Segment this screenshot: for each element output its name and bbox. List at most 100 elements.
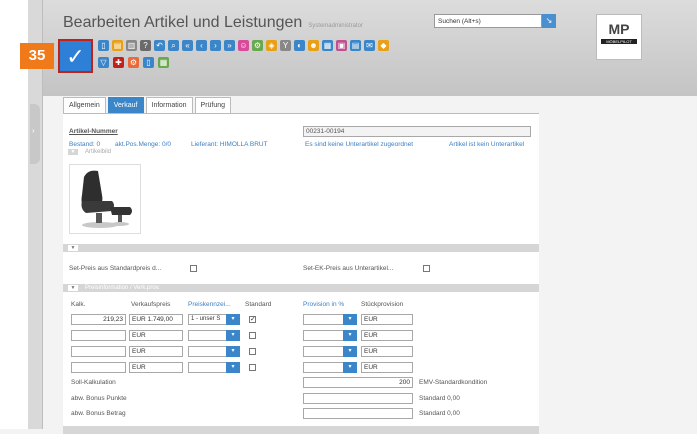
- dropdown-arrow-icon[interactable]: ▾: [226, 314, 240, 325]
- search-input[interactable]: Suchen (Alt+s): [434, 14, 542, 28]
- kalk-field[interactable]: 219,23: [71, 314, 126, 325]
- filter-icon[interactable]: ▽: [98, 57, 109, 68]
- users-icon[interactable]: ☺: [238, 40, 249, 51]
- set-price-standard-checkbox[interactable]: [190, 265, 197, 272]
- report-icon[interactable]: ▤: [350, 40, 361, 51]
- bonus-points-field[interactable]: [303, 393, 413, 404]
- article-image: [69, 164, 141, 234]
- price-code-value: 1 - unser S: [191, 316, 221, 322]
- bonus-amount-label: abw. Bonus Betrag: [71, 410, 126, 417]
- bonus-amount-field[interactable]: [303, 408, 413, 419]
- dropdown-arrow-icon[interactable]: ▾: [226, 346, 240, 357]
- article-number-label: Artikel-Nummer: [69, 128, 118, 135]
- flag-icon[interactable]: ✚: [113, 57, 124, 68]
- target-calc-label: Soll-Kalkulation: [71, 379, 116, 386]
- badge-icon[interactable]: ⚙: [128, 57, 139, 68]
- tab-bar: Allgemein Verkauf Information Prüfung: [63, 97, 233, 113]
- dropdown-arrow-icon[interactable]: ▾: [343, 330, 357, 341]
- commission-select[interactable]: ▾: [303, 330, 357, 341]
- section-divider[interactable]: ▼: [63, 244, 539, 252]
- commission-select[interactable]: ▾: [303, 346, 357, 357]
- piece-commission-field[interactable]: EUR: [361, 314, 413, 325]
- first-page-icon[interactable]: «: [182, 40, 193, 51]
- article-number-field[interactable]: 00231-00194: [303, 126, 531, 137]
- delete-icon[interactable]: ▥: [126, 40, 137, 51]
- tools-icon[interactable]: Y: [280, 40, 291, 51]
- group-icon[interactable]: ☻: [308, 40, 319, 51]
- commission-select[interactable]: ▾: [303, 362, 357, 373]
- sales-panel: Artikel-Nummer 00231-00194 Bestand: 0 ak…: [63, 113, 539, 434]
- bucket-icon[interactable]: ◈: [266, 40, 277, 51]
- selling-price-field[interactable]: EUR: [129, 346, 183, 357]
- piece-commission-field[interactable]: EUR: [361, 346, 413, 357]
- kalk-field[interactable]: [71, 346, 126, 357]
- standard-checkbox[interactable]: [249, 348, 256, 355]
- search-icon[interactable]: ⌕: [168, 40, 179, 51]
- standard-checkbox[interactable]: [249, 332, 256, 339]
- help-icon[interactable]: ?: [140, 40, 151, 51]
- tab-verkauf[interactable]: Verkauf: [107, 97, 144, 113]
- price-section-header[interactable]: ▼ Preisinformation / Verk.prov.: [63, 284, 539, 292]
- piece-commission-header: Stückprovision: [361, 301, 404, 308]
- pos-quantity-info: akt.Pos.Menge: 0/0: [115, 141, 172, 148]
- selling-price-field[interactable]: EUR 1.749,00: [129, 314, 183, 325]
- tab-information[interactable]: Information: [145, 97, 193, 113]
- kalk-header: Kalk.: [71, 301, 86, 308]
- kalk-field[interactable]: [71, 362, 126, 373]
- selling-price-header: Verkaufspreis: [131, 301, 171, 308]
- standard-header: Standard: [245, 301, 272, 308]
- subarticle-info: Es sind keine Unterartikel zugeordnet: [305, 141, 414, 148]
- user-name: Systemadministrator: [308, 23, 363, 29]
- new-document-icon[interactable]: ▯: [98, 40, 109, 51]
- dropdown-arrow-icon[interactable]: ▾: [226, 330, 240, 341]
- save-button[interactable]: ✓: [58, 39, 93, 73]
- collapse-icon: ▼: [68, 149, 78, 155]
- globe-icon[interactable]: ◐: [294, 40, 305, 51]
- tab-pruefung[interactable]: Prüfung: [194, 97, 232, 113]
- dropdown-arrow-icon[interactable]: ▾: [343, 346, 357, 357]
- target-calc-field[interactable]: 200: [303, 377, 413, 388]
- bonus-points-label: abw. Bonus Punkte: [71, 395, 127, 402]
- kalk-field[interactable]: [71, 330, 126, 341]
- last-page-icon[interactable]: »: [224, 40, 235, 51]
- selling-price-field[interactable]: EUR: [129, 330, 183, 341]
- dropdown-arrow-icon[interactable]: ▾: [343, 362, 357, 373]
- settings-icon[interactable]: ⚙: [252, 40, 263, 51]
- chart-icon[interactable]: ▦: [322, 40, 333, 51]
- page-title-text: Bearbeiten Artikel und Leistungen: [63, 14, 303, 31]
- chevron-right-icon: ›: [32, 126, 35, 135]
- mail-icon[interactable]: ✉: [364, 40, 375, 51]
- dropdown-arrow-icon[interactable]: ▾: [226, 362, 240, 373]
- back-arrow-icon[interactable]: ↶: [154, 40, 165, 51]
- ribbon-icon[interactable]: ◆: [378, 40, 389, 51]
- price-code-select[interactable]: ▾: [188, 346, 240, 357]
- next-page-icon[interactable]: ›: [210, 40, 221, 51]
- piece-commission-field[interactable]: EUR: [361, 362, 413, 373]
- logo-subtitle: MÖBELPILOT: [601, 39, 637, 44]
- price-code-header: Preiskennzei...: [188, 301, 231, 308]
- image-section-header[interactable]: ▼ Artikelbild: [63, 148, 539, 156]
- tab-allgemein[interactable]: Allgemein: [63, 97, 106, 113]
- app-logo: MP MÖBELPILOT: [596, 14, 642, 60]
- note-icon[interactable]: ▤: [112, 40, 123, 51]
- commission-select[interactable]: ▾: [303, 314, 357, 325]
- piece-commission-field[interactable]: EUR: [361, 330, 413, 341]
- price-code-select[interactable]: ▾: [188, 362, 240, 373]
- document-icon[interactable]: ▯: [143, 57, 154, 68]
- previous-page-icon[interactable]: ‹: [196, 40, 207, 51]
- selling-price-field[interactable]: EUR: [129, 362, 183, 373]
- price-code-select[interactable]: 1 - unser S ▾: [188, 314, 240, 325]
- search-button[interactable]: ↘: [542, 14, 556, 28]
- expand-sidebar-handle[interactable]: ›: [30, 104, 40, 164]
- standard-checkbox[interactable]: ✓: [249, 316, 256, 323]
- dropdown-arrow-icon[interactable]: ▾: [343, 314, 357, 325]
- collapse-icon: ▼: [68, 245, 78, 251]
- price-code-select[interactable]: ▾: [188, 330, 240, 341]
- image-section-title: Artikelbild: [85, 149, 112, 155]
- set-ek-price-checkbox[interactable]: [423, 265, 430, 272]
- image-icon[interactable]: ▦: [158, 57, 169, 68]
- standard-checkbox[interactable]: [249, 364, 256, 371]
- calendar-icon[interactable]: ▣: [336, 40, 347, 51]
- next-section-header[interactable]: [63, 426, 539, 434]
- bonus-points-note: Standard 0,00: [419, 395, 460, 402]
